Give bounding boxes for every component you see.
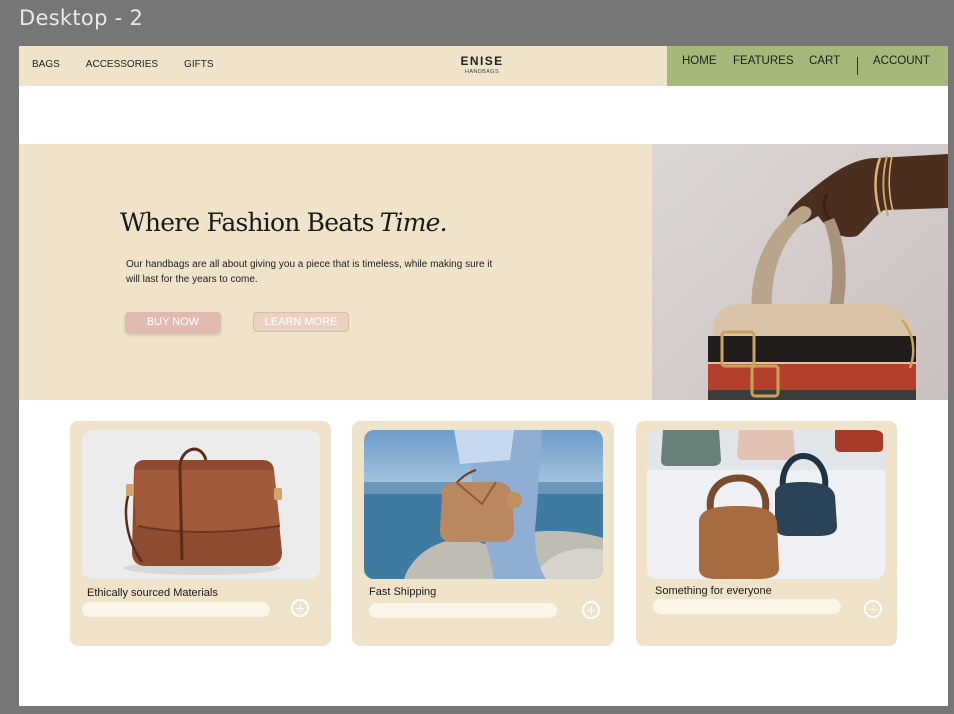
learn-more-button[interactable]: LEARN MORE [253, 312, 349, 332]
category-nav: BAGS ACCESSORIES GIFTS [32, 59, 214, 70]
nav-link-home[interactable]: HOME [682, 55, 717, 67]
brand-logo[interactable]: ENISE HANDBAGS [459, 54, 505, 75]
hero-section: Where Fashion Beats Time. Our handbags ar… [19, 144, 948, 400]
card-image [82, 430, 320, 579]
brand-name: ENISE [460, 54, 504, 68]
add-circle-icon[interactable] [582, 601, 600, 619]
feature-card-variety[interactable]: Something for everyone [636, 421, 897, 646]
card-label: Ethically sourced Materials [87, 587, 218, 599]
hero-title-main: Where Fashion Beats [120, 208, 374, 237]
feature-card-shipping[interactable]: Fast Shipping [352, 421, 614, 646]
card-input-pill [369, 603, 557, 618]
nav-link-accessories[interactable]: ACCESSORIES [86, 59, 158, 70]
hero-title-accent: Time. [379, 208, 448, 237]
nav-link-bags[interactable]: BAGS [32, 59, 60, 70]
nav-link-gifts[interactable]: GIFTS [184, 59, 213, 70]
nav-link-cart[interactable]: CART [809, 55, 840, 67]
main-nav: HOME FEATURES CART ACCOUNT [667, 46, 948, 86]
hero-title: Where Fashion Beats Time. [120, 208, 448, 237]
brown-crossbody-bag-icon [82, 430, 320, 579]
nav-link-features[interactable]: FEATURES [733, 55, 794, 67]
feature-card-materials[interactable]: Ethically sourced Materials [70, 421, 331, 646]
nav-divider [857, 57, 858, 75]
hero-handbag-image [652, 144, 948, 400]
add-circle-icon[interactable] [864, 600, 882, 618]
add-circle-icon[interactable] [291, 599, 309, 617]
buy-now-button[interactable]: BUY NOW [125, 312, 221, 333]
frame-title: Desktop - 2 [19, 6, 144, 30]
desktop-frame: BAGS ACCESSORIES GIFTS ENISE HANDBAGS HO… [19, 46, 948, 706]
card-image [364, 430, 603, 579]
card-label: Fast Shipping [369, 586, 437, 598]
card-label: Something for everyone [655, 585, 772, 597]
card-input-pill [653, 599, 841, 614]
assorted-handbags-icon [647, 430, 885, 579]
top-navbar: BAGS ACCESSORIES GIFTS ENISE HANDBAGS HO… [19, 46, 948, 86]
hand-holding-handbag-icon [652, 144, 948, 400]
card-image [647, 430, 885, 579]
tan-bag-seaside-icon [364, 430, 603, 579]
nav-link-account[interactable]: ACCOUNT [873, 55, 930, 67]
card-input-pill [82, 602, 270, 617]
hero-description: Our handbags are all about giving you a … [126, 259, 493, 285]
brand-subtitle: HANDBAGS [464, 69, 500, 75]
